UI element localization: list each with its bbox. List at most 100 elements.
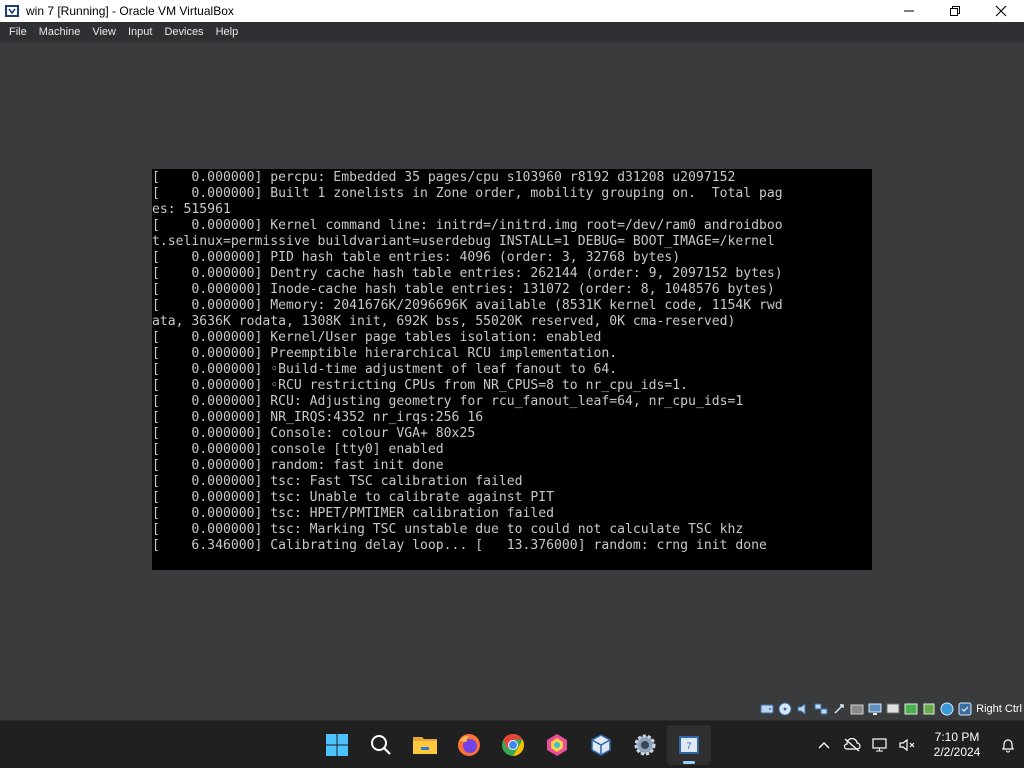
menu-file[interactable]: File [3, 22, 33, 42]
video-capture-icon[interactable] [885, 701, 901, 717]
volume-muted-icon [899, 738, 915, 752]
console-line: [ 0.000000] ◦Build-time adjustment of le… [152, 362, 618, 377]
title-bar: win 7 [Running] - Oracle VM VirtualBox [0, 0, 1024, 22]
restore-icon [950, 6, 960, 16]
minimize-icon [904, 10, 914, 12]
close-icon [995, 5, 1007, 17]
network-status-button[interactable] [866, 729, 894, 761]
window-controls [886, 0, 1024, 22]
menu-help[interactable]: Help [210, 22, 245, 42]
vm-status-bar: Right Ctrl [0, 698, 1024, 720]
ethernet-icon [872, 738, 887, 752]
chevron-up-icon [818, 742, 830, 749]
console-line: [ 0.000000] Dentry cache hash table entr… [152, 266, 783, 281]
win7-vm-button[interactable]: 7 [667, 725, 711, 765]
display-icon[interactable] [867, 701, 883, 717]
menu-input[interactable]: Input [122, 22, 158, 42]
menu-machine[interactable]: Machine [33, 22, 87, 42]
console-line: [ 0.000000] tsc: Marking TSC unstable du… [152, 522, 744, 537]
maximize-button[interactable] [932, 0, 978, 22]
firefox-button[interactable] [447, 725, 491, 765]
audio-icon[interactable] [795, 701, 811, 717]
console-line: ata, 3636K rodata, 1308K init, 692K bss,… [152, 314, 736, 329]
console-line: [ 0.000000] Preemptible hierarchical RCU… [152, 346, 618, 361]
close-button[interactable] [978, 0, 1024, 22]
console-line: [ 0.000000] Kernel/User page tables isol… [152, 330, 602, 345]
host-key-label: Right Ctrl [976, 703, 1022, 715]
usb-icon[interactable] [831, 701, 847, 717]
console-line: [ 0.000000] RCU: Adjusting geometry for … [152, 394, 744, 409]
usb-icon [834, 704, 844, 714]
console-line: [ 0.000000] NR_IRQS:4352 nr_irqs:256 16 [152, 410, 484, 425]
shared-folders-icon [850, 704, 864, 715]
menu-bar: File Machine View Input Devices Help [0, 22, 1024, 42]
cpu-icon [923, 703, 935, 715]
console-line: [ 0.000000] Kernel command line: initrd=… [152, 218, 783, 233]
search-button[interactable] [359, 725, 403, 765]
hard-disk-icon[interactable] [759, 701, 775, 717]
keyboard-icon [940, 702, 954, 716]
console-line: [ 0.000000] Memory: 2041676K/2096696K av… [152, 298, 783, 313]
console-line: [ 0.000000] random: fast init done [152, 458, 444, 473]
virtualbox-app-icon [5, 5, 19, 17]
mouse-integration-icon[interactable] [903, 701, 919, 717]
svg-text:7: 7 [686, 741, 691, 751]
clock-date: 2/2/2024 [933, 745, 981, 759]
console-line: [ 0.000000] Console: colour VGA+ 80x25 [152, 426, 476, 441]
cpu-icon[interactable] [921, 701, 937, 717]
console-line: [ 0.000000] tsc: Fast TSC calibration fa… [152, 474, 523, 489]
volume-button[interactable] [894, 729, 922, 761]
console-line: [ 0.000000] Inode-cache hash table entri… [152, 282, 775, 297]
network-icon [814, 703, 828, 715]
search-icon [371, 735, 391, 755]
chrome-button[interactable] [491, 725, 535, 765]
file-explorer-button[interactable] [403, 725, 447, 765]
minimize-button[interactable] [886, 0, 932, 22]
network-icon[interactable] [813, 701, 829, 717]
firefox-icon [458, 734, 480, 756]
console-line: [ 0.000000] PID hash table entries: 4096… [152, 250, 681, 265]
cloud-offline-button[interactable] [838, 729, 866, 761]
clock-time: 7:10 PM [934, 730, 980, 744]
settings-icon [634, 734, 656, 756]
taskbar-apps: 7 [315, 721, 711, 768]
window-title: win 7 [Running] - Oracle VM VirtualBox [26, 4, 234, 18]
menu-devices[interactable]: Devices [158, 22, 209, 42]
console-line: [ 0.000000] ◦RCU restricting CPUs from N… [152, 378, 689, 393]
console-line: [ 0.000000] Built 1 zonelists in Zone or… [152, 186, 783, 201]
console-line: t.selinux=permissive buildvariant=userde… [152, 234, 775, 249]
keyboard-icon[interactable] [939, 701, 955, 717]
virtualbox-icon [591, 734, 611, 756]
file-explorer-icon [413, 737, 437, 754]
menu-view[interactable]: View [86, 22, 122, 42]
show-hidden-icons-button[interactable] [810, 729, 838, 761]
bell-icon [1002, 739, 1014, 753]
console-line: [ 0.000000] tsc: Unable to calibrate aga… [152, 490, 555, 505]
vm-console-screen[interactable]: [ 0.000000] percpu: Embedded 35 pages/cp… [152, 169, 872, 570]
virtualbox-button[interactable] [579, 725, 623, 765]
console-line: [ 0.000000] console [tty0] enabled [152, 442, 444, 457]
hard-disk-icon [760, 704, 774, 714]
audio-icon [797, 703, 806, 715]
console-line: [ 6.346000] Calibrating delay loop... [ … [152, 538, 767, 553]
windows-start-icon [326, 734, 348, 756]
optical-drive-icon[interactable] [777, 701, 793, 717]
optical-drive-icon [778, 702, 792, 716]
app-hexagon-button[interactable] [535, 725, 579, 765]
shared-folders-icon[interactable] [849, 701, 865, 717]
vm-display-area: [ 0.000000] percpu: Embedded 35 pages/cp… [0, 42, 1024, 719]
display-icon [868, 703, 882, 715]
app-hexagon-icon [547, 734, 567, 756]
chrome-icon [502, 734, 524, 756]
taskbar-clock[interactable]: 7:10 PM 2/2/2024 [922, 730, 992, 760]
mouse-integration-icon [904, 703, 918, 715]
notifications-button[interactable] [992, 729, 1024, 761]
start-button[interactable] [315, 725, 359, 765]
console-line: [ 0.000000] percpu: Embedded 35 pages/cp… [152, 170, 736, 185]
win7-vm-icon: 7 [679, 736, 699, 754]
system-tray: 7:10 PM 2/2/2024 [810, 721, 1024, 768]
video-capture-icon [886, 703, 900, 714]
console-line: [ 0.000000] tsc: HPET/PMTIMER calibratio… [152, 506, 555, 521]
host-key-icon[interactable] [957, 701, 973, 717]
settings-button[interactable] [623, 725, 667, 765]
